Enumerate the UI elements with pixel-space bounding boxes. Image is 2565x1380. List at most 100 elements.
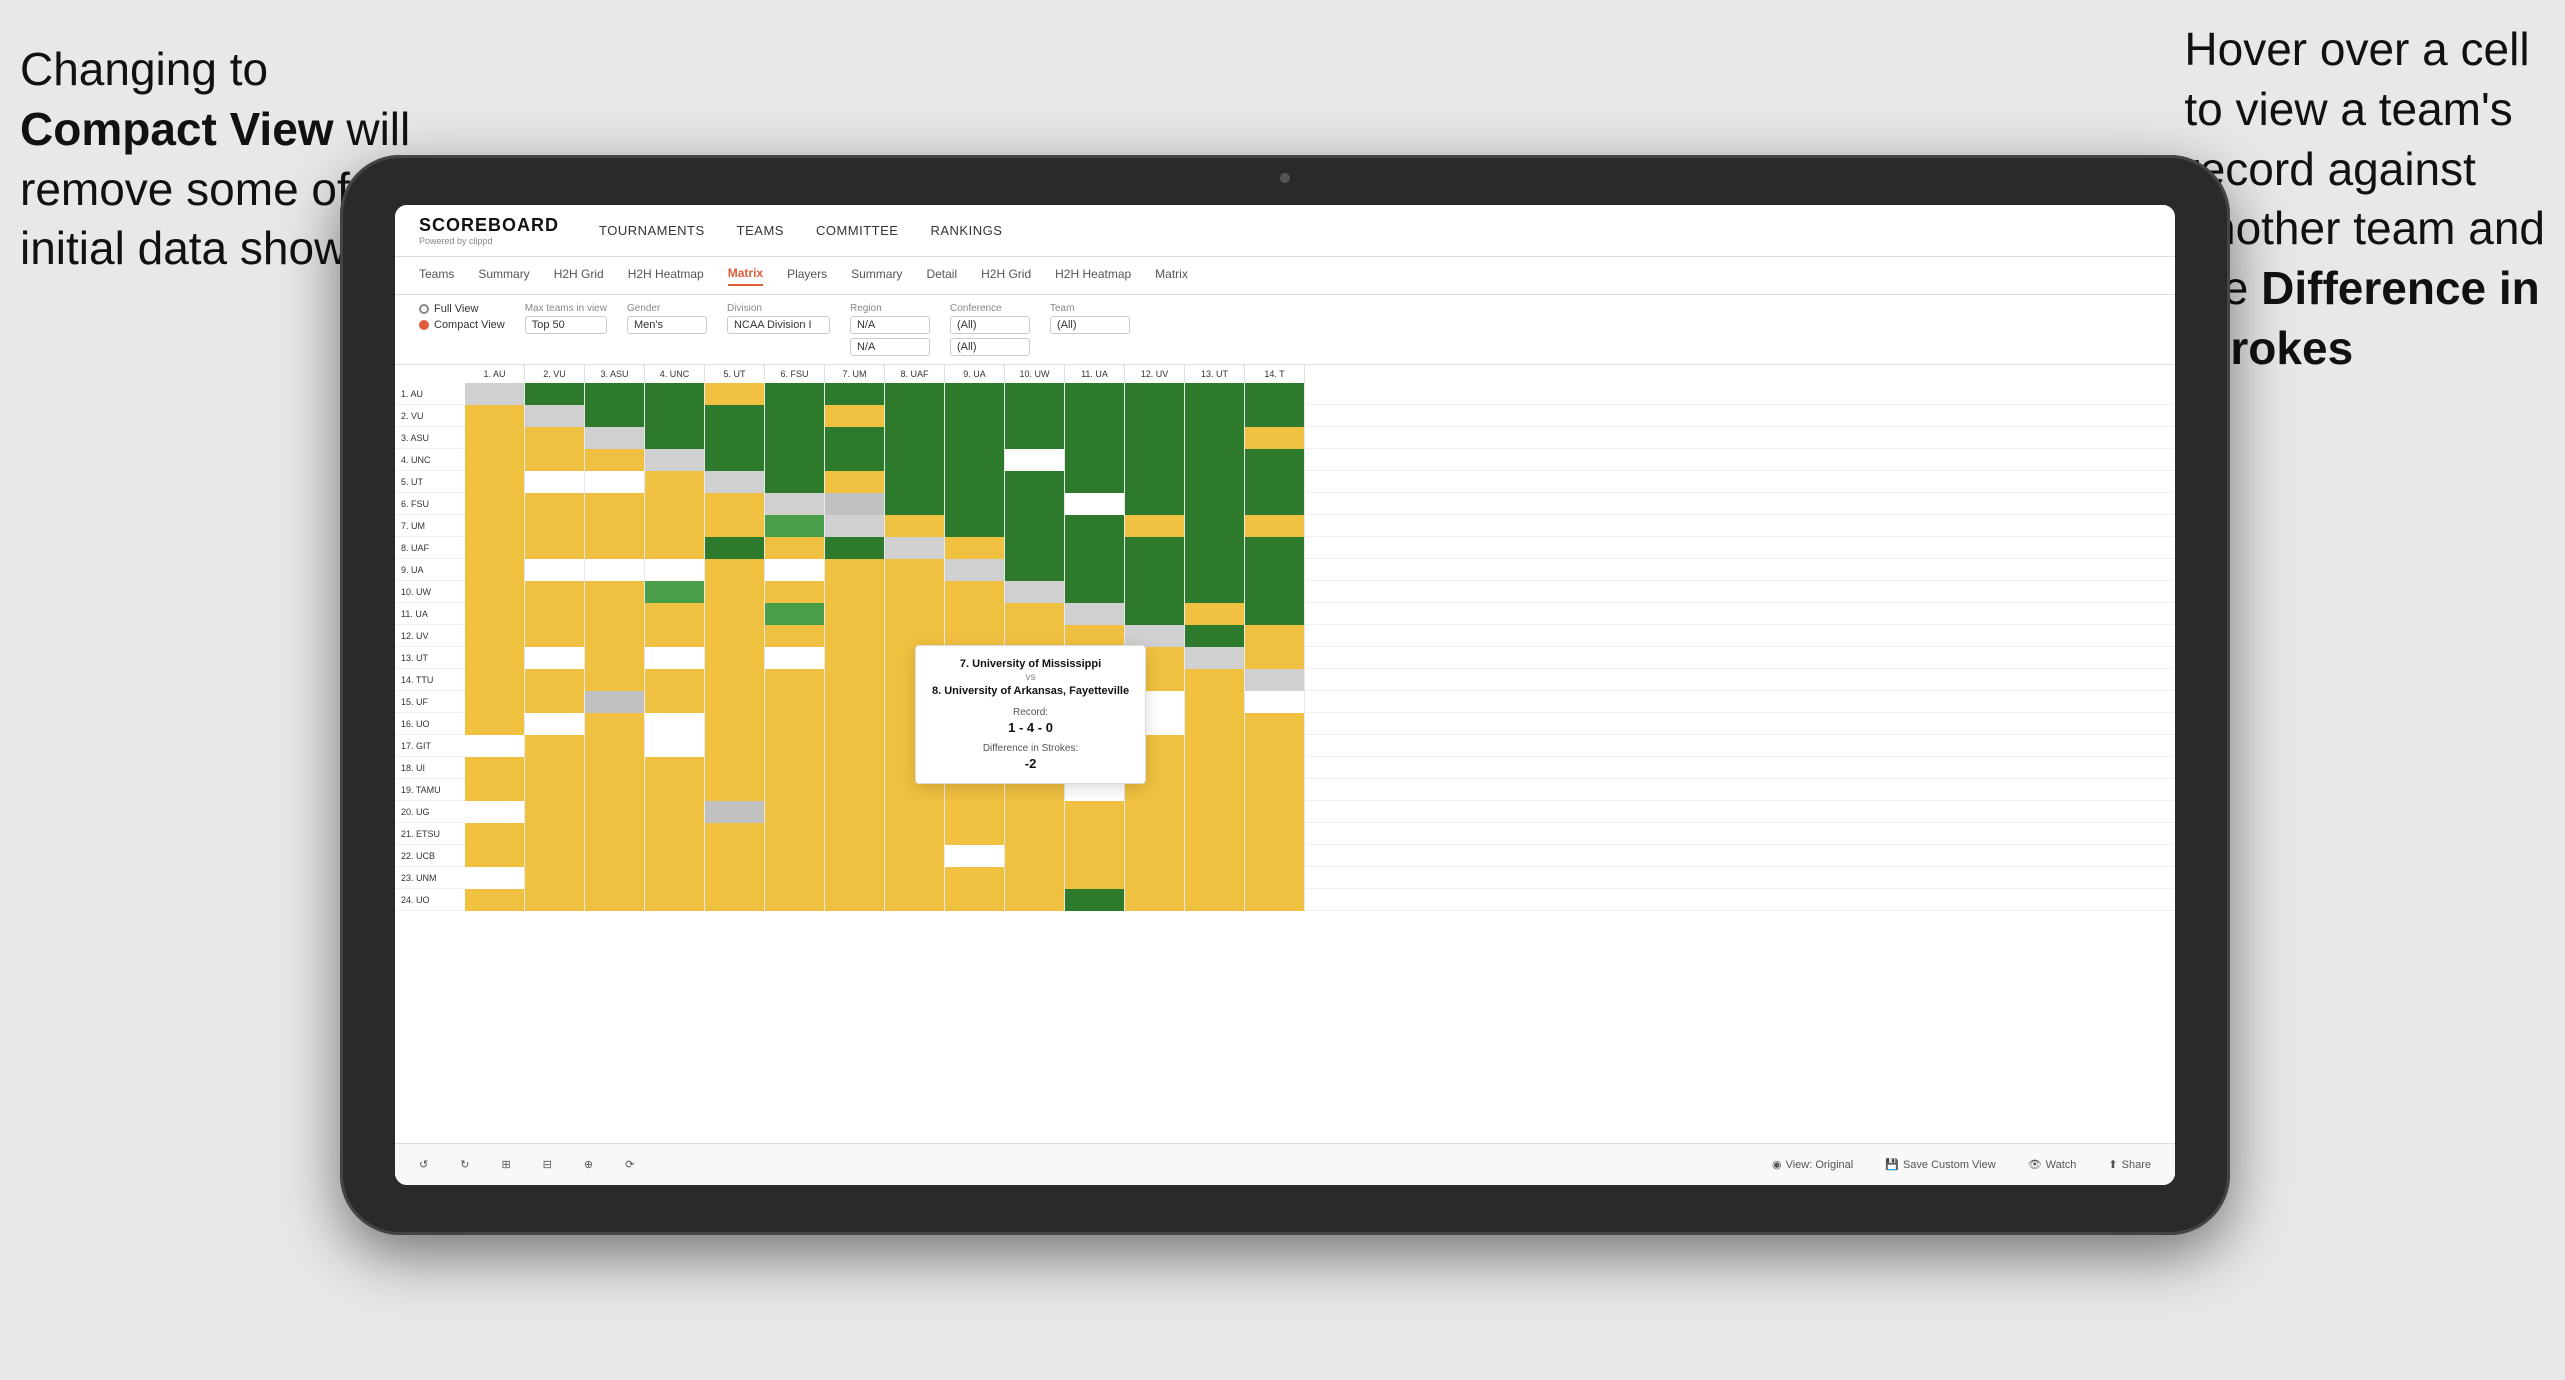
matrix-cell[interactable] <box>1125 867 1185 889</box>
matrix-cell[interactable] <box>825 603 885 625</box>
matrix-cell[interactable] <box>705 427 765 449</box>
matrix-cell[interactable] <box>765 889 825 911</box>
matrix-cell[interactable] <box>1065 581 1125 603</box>
matrix-cell[interactable] <box>945 603 1005 625</box>
matrix-cell[interactable] <box>1125 515 1185 537</box>
undo-button[interactable]: ↺ <box>411 1154 436 1175</box>
matrix-cell[interactable] <box>645 801 705 823</box>
matrix-cell[interactable] <box>945 625 1005 647</box>
matrix-cell[interactable] <box>945 515 1005 537</box>
sub-nav-h2h-heatmap1[interactable]: H2H Heatmap <box>628 267 704 285</box>
matrix-cell[interactable] <box>645 757 705 779</box>
matrix-cell[interactable] <box>465 823 525 845</box>
matrix-cell[interactable] <box>645 471 705 493</box>
matrix-cell[interactable] <box>825 735 885 757</box>
matrix-cell[interactable] <box>645 515 705 537</box>
matrix-cell[interactable] <box>825 691 885 713</box>
matrix-cell[interactable] <box>1185 801 1245 823</box>
matrix-cell[interactable] <box>525 405 585 427</box>
matrix-cell[interactable] <box>1005 845 1065 867</box>
matrix-cell[interactable] <box>1245 625 1305 647</box>
matrix-cell[interactable] <box>525 867 585 889</box>
matrix-cell[interactable] <box>1185 581 1245 603</box>
matrix-cell[interactable] <box>1185 691 1245 713</box>
matrix-cell[interactable] <box>1245 779 1305 801</box>
matrix-cell[interactable] <box>1245 757 1305 779</box>
matrix-cell[interactable] <box>825 405 885 427</box>
matrix-cell[interactable] <box>705 713 765 735</box>
matrix-cell[interactable] <box>645 405 705 427</box>
matrix-cell[interactable] <box>765 537 825 559</box>
matrix-cell[interactable] <box>1005 427 1065 449</box>
matrix-cell[interactable] <box>585 845 645 867</box>
matrix-cell[interactable] <box>1005 471 1065 493</box>
matrix-cell[interactable] <box>885 889 945 911</box>
matrix-cell[interactable] <box>885 559 945 581</box>
matrix-cell[interactable] <box>1185 559 1245 581</box>
matrix-cell[interactable] <box>825 823 885 845</box>
matrix-cell[interactable] <box>1245 845 1305 867</box>
matrix-cell[interactable] <box>765 427 825 449</box>
matrix-cell[interactable] <box>1005 537 1065 559</box>
matrix-cell[interactable] <box>765 559 825 581</box>
matrix-cell[interactable] <box>525 427 585 449</box>
matrix-cell[interactable] <box>465 735 525 757</box>
matrix-cell[interactable] <box>945 889 1005 911</box>
matrix-cell[interactable] <box>1245 669 1305 691</box>
matrix-cell[interactable] <box>765 669 825 691</box>
matrix-cell[interactable] <box>1185 779 1245 801</box>
matrix-cell[interactable] <box>1005 581 1065 603</box>
matrix-cell[interactable] <box>705 581 765 603</box>
matrix-cell[interactable] <box>1245 889 1305 911</box>
matrix-cell[interactable] <box>645 823 705 845</box>
matrix-cell[interactable] <box>465 559 525 581</box>
table-row[interactable]: 14. TTU <box>395 669 2175 691</box>
matrix-cell[interactable] <box>705 603 765 625</box>
matrix-cell[interactable] <box>585 757 645 779</box>
matrix-cell[interactable] <box>1065 603 1125 625</box>
matrix-cell[interactable] <box>1185 493 1245 515</box>
compact-view-option[interactable]: Compact View <box>419 319 505 331</box>
matrix-cell[interactable] <box>945 383 1005 405</box>
matrix-cell[interactable] <box>645 625 705 647</box>
sub-nav-h2h-grid2[interactable]: H2H Grid <box>981 267 1031 285</box>
matrix-cell[interactable] <box>585 691 645 713</box>
matrix-cell[interactable] <box>945 845 1005 867</box>
matrix-cell[interactable] <box>1185 889 1245 911</box>
matrix-cell[interactable] <box>1065 845 1125 867</box>
matrix-cell[interactable] <box>1245 823 1305 845</box>
region-select1[interactable]: N/A <box>850 316 930 334</box>
matrix-cell[interactable] <box>885 625 945 647</box>
matrix-cell[interactable] <box>1065 823 1125 845</box>
matrix-cell[interactable] <box>1125 603 1185 625</box>
sub-nav-teams[interactable]: Teams <box>419 267 454 285</box>
nav-item-teams[interactable]: TEAMS <box>737 223 784 238</box>
matrix-cell[interactable] <box>585 867 645 889</box>
matrix-cell[interactable] <box>1185 713 1245 735</box>
matrix-cell[interactable] <box>585 823 645 845</box>
matrix-cell[interactable] <box>465 801 525 823</box>
zoom-in-button[interactable]: ⊟ <box>535 1154 560 1175</box>
matrix-cell[interactable] <box>1185 471 1245 493</box>
redo-button[interactable]: ↻ <box>452 1154 477 1175</box>
matrix-cell[interactable] <box>765 757 825 779</box>
matrix-cell[interactable] <box>705 867 765 889</box>
table-row[interactable]: 11. UA <box>395 603 2175 625</box>
matrix-cell[interactable] <box>585 405 645 427</box>
matrix-cell[interactable] <box>1245 493 1305 515</box>
matrix-cell[interactable] <box>645 889 705 911</box>
matrix-cell[interactable] <box>645 867 705 889</box>
matrix-cell[interactable] <box>1125 845 1185 867</box>
matrix-cell[interactable] <box>645 559 705 581</box>
sub-nav-h2h-grid1[interactable]: H2H Grid <box>554 267 604 285</box>
sub-nav-h2h-heatmap2[interactable]: H2H Heatmap <box>1055 267 1131 285</box>
max-teams-select[interactable]: Top 50 <box>525 316 607 334</box>
matrix-cell[interactable] <box>1065 867 1125 889</box>
matrix-cell[interactable] <box>525 625 585 647</box>
table-row[interactable]: 9. UA <box>395 559 2175 581</box>
matrix-cell[interactable] <box>1245 537 1305 559</box>
matrix-cell[interactable] <box>825 779 885 801</box>
matrix-cell[interactable] <box>465 713 525 735</box>
matrix-cell[interactable] <box>645 537 705 559</box>
matrix-cell[interactable] <box>765 603 825 625</box>
